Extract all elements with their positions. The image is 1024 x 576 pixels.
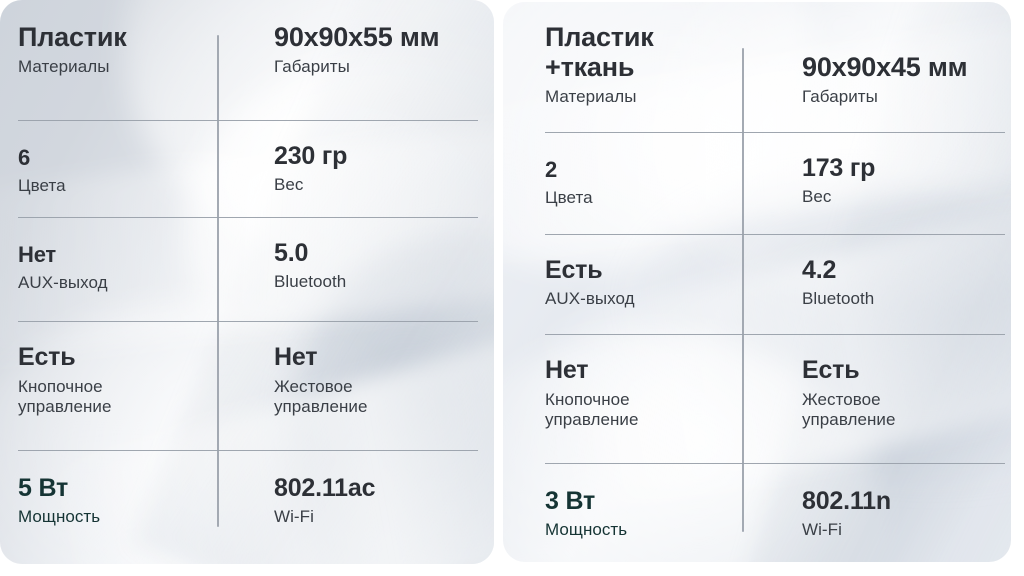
column-divider <box>742 48 744 532</box>
row-divider <box>545 234 1005 235</box>
spec-label: Жестовое управление <box>802 390 896 430</box>
column-divider <box>217 35 219 527</box>
spec-label: Bluetooth <box>274 272 347 291</box>
spec-value: 5 Вт <box>18 474 69 502</box>
spec-label: Материалы <box>18 57 110 77</box>
spec-label: Габариты <box>802 87 878 107</box>
spec-value: 173 гр <box>802 154 876 182</box>
spec-value: 2 <box>545 157 558 182</box>
spec-value: Нет <box>18 242 57 267</box>
spec-value: Есть <box>545 256 603 284</box>
spec-label: Bluetooth <box>802 289 875 308</box>
spec-value: Пластик <box>18 22 127 52</box>
spec-cell: 802.11n Wi-Fi <box>776 463 1007 540</box>
row-divider <box>18 217 478 218</box>
row-divider <box>18 321 478 322</box>
spec-label: Цвета <box>545 187 593 207</box>
comparison-spec-sheet: Пластик Материалы 90x90x55 мм Габариты 6… <box>0 0 1024 576</box>
spec-value: 90x90x55 мм <box>274 22 440 52</box>
spec-cell: Нет Жестовое управление <box>248 321 478 450</box>
spec-label: Материалы <box>545 87 637 107</box>
spec-value: Нет <box>545 356 589 384</box>
spec-cell: Пластик Материалы <box>18 22 248 120</box>
spec-label: Wi-Fi <box>802 520 842 539</box>
spec-value: 6 <box>18 145 31 170</box>
row-divider <box>18 120 478 121</box>
spec-value: 3 Вт <box>545 487 596 515</box>
spec-label: Wi-Fi <box>274 507 314 526</box>
spec-label: Мощность <box>545 520 628 539</box>
spec-label: AUX-выход <box>545 289 635 308</box>
row-divider <box>545 132 1005 133</box>
spec-value: Есть <box>802 356 860 384</box>
spec-cell: Есть Жестовое управление <box>776 334 1007 463</box>
spec-value: 802.11n <box>802 487 891 515</box>
spec-cell: Есть Кнопочное управление <box>18 321 248 450</box>
spec-cell: 4.2 Bluetooth <box>776 234 1007 334</box>
spec-cell: Нет AUX-выход <box>18 217 248 321</box>
spec-label: Цвета <box>18 175 66 195</box>
row-divider <box>545 334 1005 335</box>
spec-label: Вес <box>274 175 304 194</box>
spec-value: Нет <box>274 343 318 371</box>
right-spec-card: Пластик +ткань Материалы 90x90x45 мм Габ… <box>503 2 1011 562</box>
spec-label: Кнопочное управление <box>545 390 639 430</box>
spec-label: AUX-выход <box>18 272 108 292</box>
spec-label: Жестовое управление <box>274 377 368 417</box>
spec-cell: 802.11ac Wi-Fi <box>248 450 478 527</box>
spec-cell: 230 гр Вес <box>248 120 478 217</box>
left-spec-grid: Пластик Материалы 90x90x55 мм Габариты 6… <box>18 22 478 527</box>
spec-label: Мощность <box>18 507 101 526</box>
spec-cell: 5 Вт Мощность <box>18 450 248 527</box>
spec-label: Габариты <box>274 57 350 77</box>
spec-value: Есть <box>18 343 76 371</box>
spec-value: 90x90x45 мм <box>802 52 968 82</box>
spec-cell: 5.0 Bluetooth <box>248 217 478 321</box>
row-divider <box>18 450 478 451</box>
spec-value: 4.2 <box>802 256 837 284</box>
spec-value: 230 гр <box>274 142 348 170</box>
spec-cell: 90x90x45 мм Габариты <box>776 22 1007 132</box>
spec-label: Кнопочное управление <box>18 377 112 417</box>
row-divider <box>545 463 1005 464</box>
left-spec-card: Пластик Материалы 90x90x55 мм Габариты 6… <box>0 0 494 564</box>
spec-value: 5.0 <box>274 239 309 267</box>
spec-cell: 6 Цвета <box>18 120 248 217</box>
spec-value: 802.11ac <box>274 474 376 502</box>
spec-cell: 90x90x55 мм Габариты <box>248 22 478 120</box>
spec-label: Вес <box>802 187 832 206</box>
spec-cell: 173 гр Вес <box>776 132 1007 234</box>
spec-value: Пластик +ткань <box>545 22 654 83</box>
